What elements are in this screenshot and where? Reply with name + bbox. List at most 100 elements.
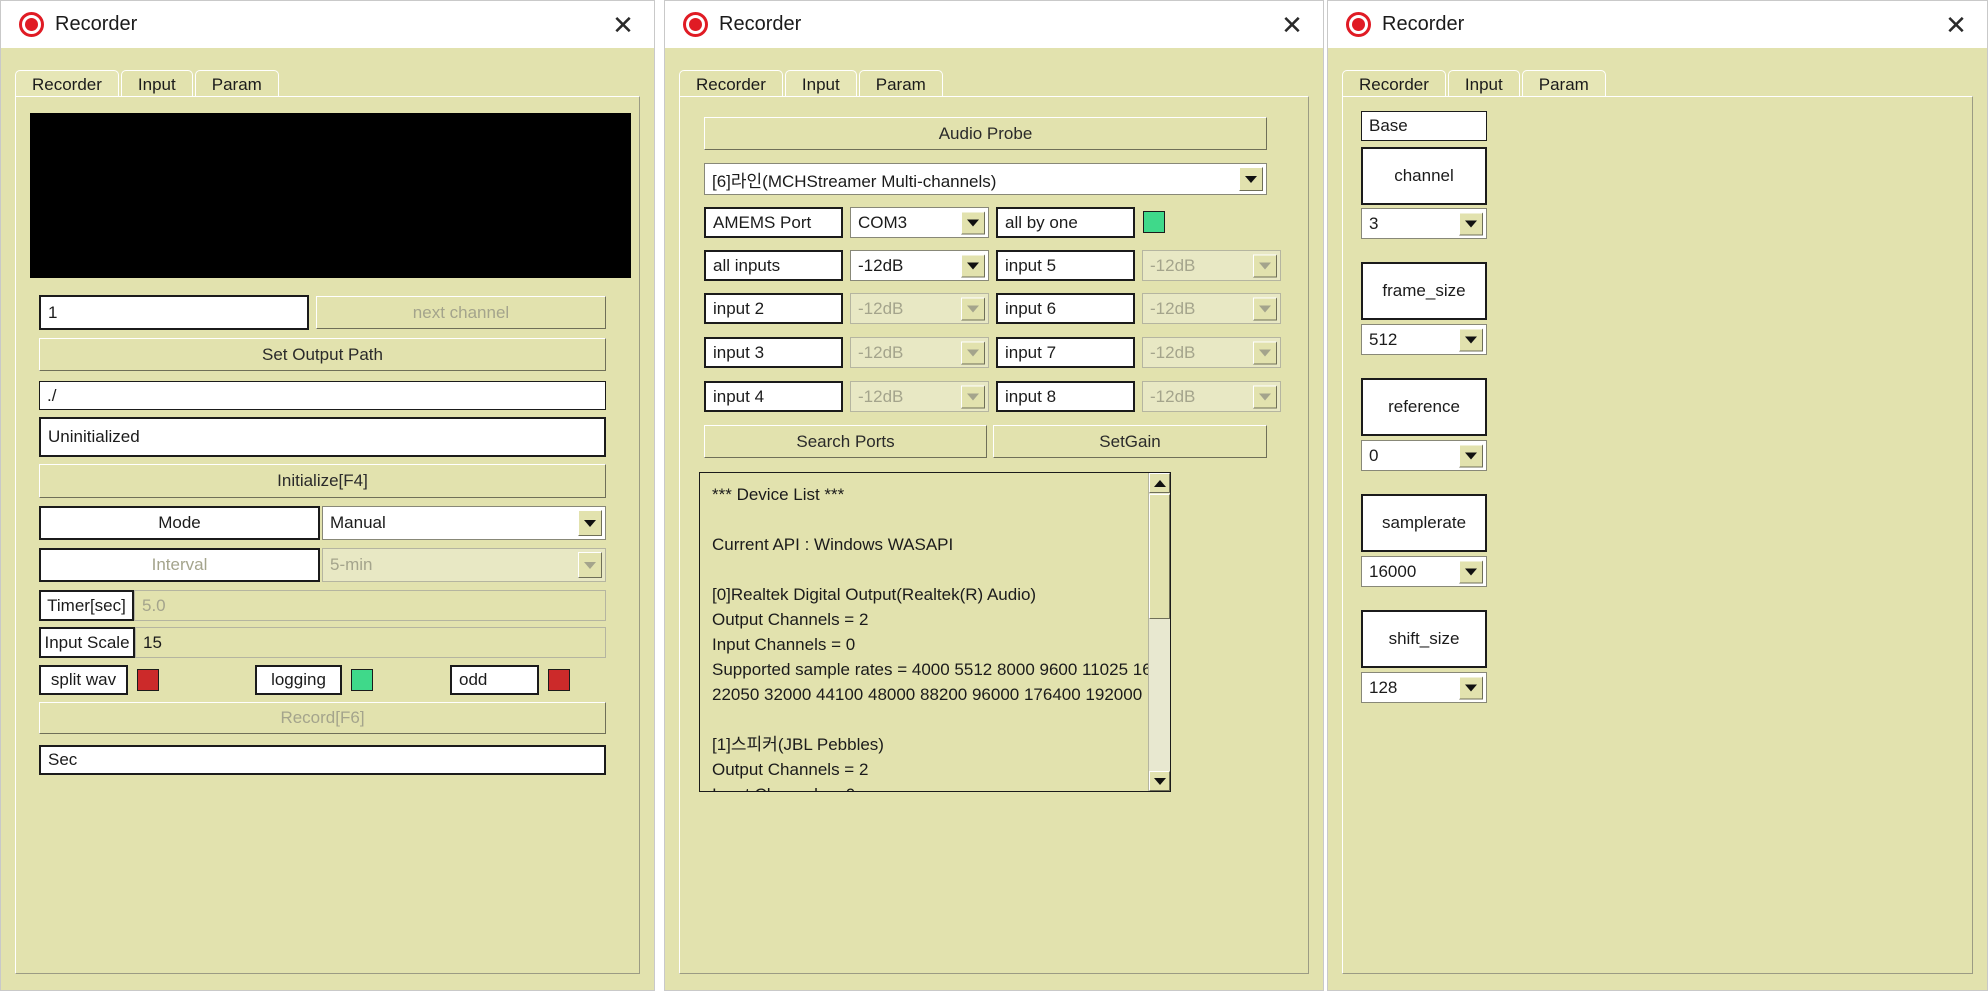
samplerate-label[interactable]: samplerate xyxy=(1361,494,1487,552)
interval-label[interactable]: Interval xyxy=(39,548,320,582)
samplerate-select[interactable]: 16000 xyxy=(1361,556,1487,587)
chevron-down-icon[interactable] xyxy=(1459,212,1483,235)
tab-input[interactable]: Input xyxy=(784,70,857,98)
gain-select-input-7[interactable]: -12dB xyxy=(1142,337,1281,368)
window-title: Recorder xyxy=(55,13,138,35)
audio-device-value: [6]라인(MCHStreamer Multi-channels) xyxy=(712,171,997,191)
chevron-down-icon[interactable] xyxy=(1253,385,1277,408)
tab-input[interactable]: Input xyxy=(1447,70,1520,98)
search-ports-button[interactable]: Search Ports xyxy=(704,425,987,458)
tab-panel-recorder: 1 next channel Set Output Path ./ Uninit… xyxy=(15,96,640,974)
close-icon[interactable]: ✕ xyxy=(1941,10,1971,40)
chevron-down-icon[interactable] xyxy=(1253,254,1277,277)
gain-select-all-inputs[interactable]: -12dB xyxy=(850,250,989,281)
initialize-button[interactable]: Initialize[F4] xyxy=(39,464,606,498)
chevron-down-icon[interactable] xyxy=(1253,341,1277,364)
record-circle-icon xyxy=(683,12,708,37)
set-output-path-button[interactable]: Set Output Path xyxy=(39,338,606,371)
reference-label[interactable]: reference xyxy=(1361,378,1487,436)
chevron-down-icon[interactable] xyxy=(961,341,985,364)
device-list-textarea[interactable]: *** Device List *** Current API : Window… xyxy=(699,472,1171,792)
chevron-down-icon[interactable] xyxy=(1459,560,1483,583)
tab-recorder[interactable]: Recorder xyxy=(15,70,119,98)
tab-input[interactable]: Input xyxy=(120,70,193,98)
split-wav-status-indicator[interactable] xyxy=(137,669,159,691)
tab-param[interactable]: Param xyxy=(858,70,943,98)
chevron-down-icon[interactable] xyxy=(961,385,985,408)
window-body-2: Recorder Input Param Audio Probe [6]라인(M… xyxy=(665,48,1323,990)
chevron-down-icon[interactable] xyxy=(1459,444,1483,467)
input-scale-input[interactable]: 15 xyxy=(135,627,606,658)
frame-size-select[interactable]: 512 xyxy=(1361,324,1487,355)
close-icon[interactable]: ✕ xyxy=(608,10,638,40)
frame-size-label[interactable]: frame_size xyxy=(1361,262,1487,320)
split-wav-label[interactable]: split wav xyxy=(39,665,128,695)
tab-panel-param: Base channel 3 frame_size 512 reference … xyxy=(1342,96,1973,974)
chevron-down-icon[interactable] xyxy=(1459,676,1483,699)
channel-input[interactable]: 1 xyxy=(39,295,309,330)
chevron-down-icon[interactable] xyxy=(1459,328,1483,351)
base-field[interactable]: Base xyxy=(1361,111,1487,141)
input-label-input-4[interactable]: input 4 xyxy=(704,381,843,412)
input-scale-label[interactable]: Input Scale xyxy=(39,627,135,658)
reference-select[interactable]: 0 xyxy=(1361,440,1487,471)
input-label-input-5[interactable]: input 5 xyxy=(996,250,1135,281)
channel-label[interactable]: channel xyxy=(1361,147,1487,205)
amems-port-label[interactable]: AMEMS Port xyxy=(704,207,843,238)
chevron-down-icon[interactable] xyxy=(961,297,985,320)
input-label-input-6[interactable]: input 6 xyxy=(996,293,1135,324)
channel-select[interactable]: 3 xyxy=(1361,208,1487,239)
scroll-down-icon[interactable] xyxy=(1149,771,1170,791)
chevron-down-icon[interactable] xyxy=(578,552,602,578)
input-label-input-2[interactable]: input 2 xyxy=(704,293,843,324)
close-icon[interactable]: ✕ xyxy=(1277,10,1307,40)
input-label-input-7[interactable]: input 7 xyxy=(996,337,1135,368)
record-button[interactable]: Record[F6] xyxy=(39,702,606,734)
input-label-input-8[interactable]: input 8 xyxy=(996,381,1135,412)
tab-param[interactable]: Param xyxy=(1521,70,1606,98)
chevron-down-icon[interactable] xyxy=(578,510,602,536)
input-label-all-inputs[interactable]: all inputs xyxy=(704,250,843,281)
tab-strip-filler xyxy=(1607,70,1973,98)
tab-strip-filler xyxy=(944,70,1309,98)
gain-select-input-3[interactable]: -12dB xyxy=(850,337,989,368)
odd-label[interactable]: odd xyxy=(450,665,539,695)
timer-label[interactable]: Timer[sec] xyxy=(39,590,134,621)
gain-select-input-8[interactable]: -12dB xyxy=(1142,381,1281,412)
shift-size-select[interactable]: 128 xyxy=(1361,672,1487,703)
scrollbar-thumb[interactable] xyxy=(1149,494,1170,619)
sec-field[interactable]: Sec xyxy=(39,745,606,775)
audio-probe-button[interactable]: Audio Probe xyxy=(704,117,1267,150)
audio-device-select[interactable]: [6]라인(MCHStreamer Multi-channels) xyxy=(704,163,1267,195)
amems-port-select[interactable]: COM3 xyxy=(850,207,989,238)
tab-recorder[interactable]: Recorder xyxy=(679,70,783,98)
mode-select[interactable]: Manual xyxy=(322,506,606,540)
set-gain-button[interactable]: SetGain xyxy=(993,425,1267,458)
logging-status-indicator[interactable] xyxy=(351,669,373,691)
chevron-down-icon[interactable] xyxy=(1253,297,1277,320)
gain-select-input-4[interactable]: -12dB xyxy=(850,381,989,412)
chevron-down-icon[interactable] xyxy=(1239,167,1263,191)
device-list-scrollbar[interactable] xyxy=(1148,473,1170,791)
gain-select-input-5[interactable]: -12dB xyxy=(1142,250,1281,281)
input-label-input-3[interactable]: input 3 xyxy=(704,337,843,368)
mode-label[interactable]: Mode xyxy=(39,506,320,540)
gain-select-input-6[interactable]: -12dB xyxy=(1142,293,1281,324)
output-path-input[interactable]: ./ xyxy=(39,381,606,410)
scroll-up-icon[interactable] xyxy=(1149,473,1170,493)
tab-recorder[interactable]: Recorder xyxy=(1342,70,1446,98)
chevron-down-icon[interactable] xyxy=(961,211,985,234)
all-by-one-label[interactable]: all by one xyxy=(996,207,1135,238)
interval-select[interactable]: 5-min xyxy=(322,548,606,582)
tab-param[interactable]: Param xyxy=(194,70,279,98)
gain-select-input-2[interactable]: -12dB xyxy=(850,293,989,324)
timer-input[interactable]: 5.0 xyxy=(134,590,606,621)
next-channel-button[interactable]: next channel xyxy=(316,296,606,329)
logging-label[interactable]: logging xyxy=(255,665,342,695)
shift-size-label[interactable]: shift_size xyxy=(1361,610,1487,668)
all-by-one-status-indicator[interactable] xyxy=(1143,211,1165,233)
window-body-1: Recorder Input Param 1 next channel Set … xyxy=(1,48,654,990)
odd-status-indicator[interactable] xyxy=(548,669,570,691)
chevron-down-icon[interactable] xyxy=(961,254,985,277)
gain-value: -12dB xyxy=(1150,386,1196,406)
